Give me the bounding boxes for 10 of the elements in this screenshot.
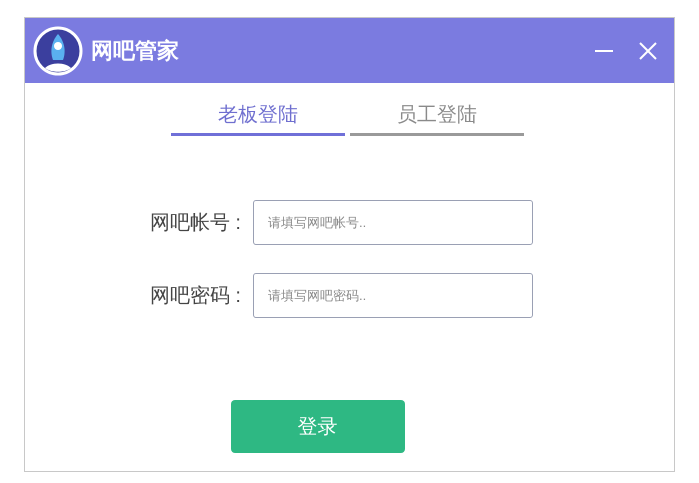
window-title: 网吧管家	[91, 37, 179, 65]
input-field[interactable]: 请填写网吧帐号..	[253, 200, 533, 245]
field-label: 网吧帐号 :	[148, 210, 242, 236]
close-icon[interactable]	[638, 40, 658, 60]
rocket-logo-icon	[33, 26, 83, 76]
field-label: 网吧密码 :	[148, 284, 242, 308]
login-button[interactable]: 登录	[230, 400, 404, 453]
login-tab[interactable]: 老板登陆	[171, 100, 345, 136]
input-field[interactable]: 请填写网吧密码..	[253, 273, 533, 318]
login-tab[interactable]: 员工登陆	[350, 100, 524, 136]
